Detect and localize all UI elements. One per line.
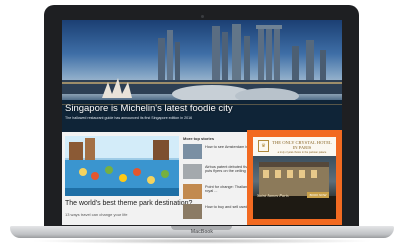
- story-thumbnail: [183, 184, 202, 199]
- feature-subtitle[interactable]: 13 ways travel can change your life: [65, 212, 127, 217]
- advert-script-logo: Saint James Paris: [257, 193, 289, 198]
- laptop-shadow: [30, 238, 374, 244]
- hero-title[interactable]: Singapore is Michelin's latest foodie ci…: [65, 103, 233, 114]
- stories-heading: More top stories: [183, 136, 215, 141]
- story-thumbnail: [183, 144, 202, 159]
- book-now-button[interactable]: BOOK NOW: [307, 192, 329, 198]
- advert-content: ♛ THE ONLY CRYSTAL HOTEL IN PARIS a trul…: [253, 137, 336, 219]
- advert-tagline: a truly crystal choice in the parisian p…: [277, 151, 327, 154]
- crown-icon: ♛: [258, 140, 269, 152]
- feature-title[interactable]: The world's best theme park destination?: [65, 200, 192, 207]
- hero-subtitle: The hallowed restaurant guide has announ…: [65, 116, 193, 120]
- feature-image[interactable]: [65, 136, 179, 196]
- story-thumbnail: [183, 164, 202, 179]
- advert-title: THE ONLY CRYSTAL HOTEL IN PARIS: [272, 140, 332, 150]
- advert-banner[interactable]: ♛ THE ONLY CRYSTAL HOTEL IN PARIS a trul…: [247, 130, 342, 225]
- story-thumbnail: [183, 204, 202, 219]
- webcam: [201, 15, 204, 18]
- hero-story[interactable]: Singapore is Michelin's latest foodie ci…: [62, 20, 342, 132]
- advert-photo: [253, 156, 336, 219]
- device-brand-label: MacBook: [190, 229, 214, 235]
